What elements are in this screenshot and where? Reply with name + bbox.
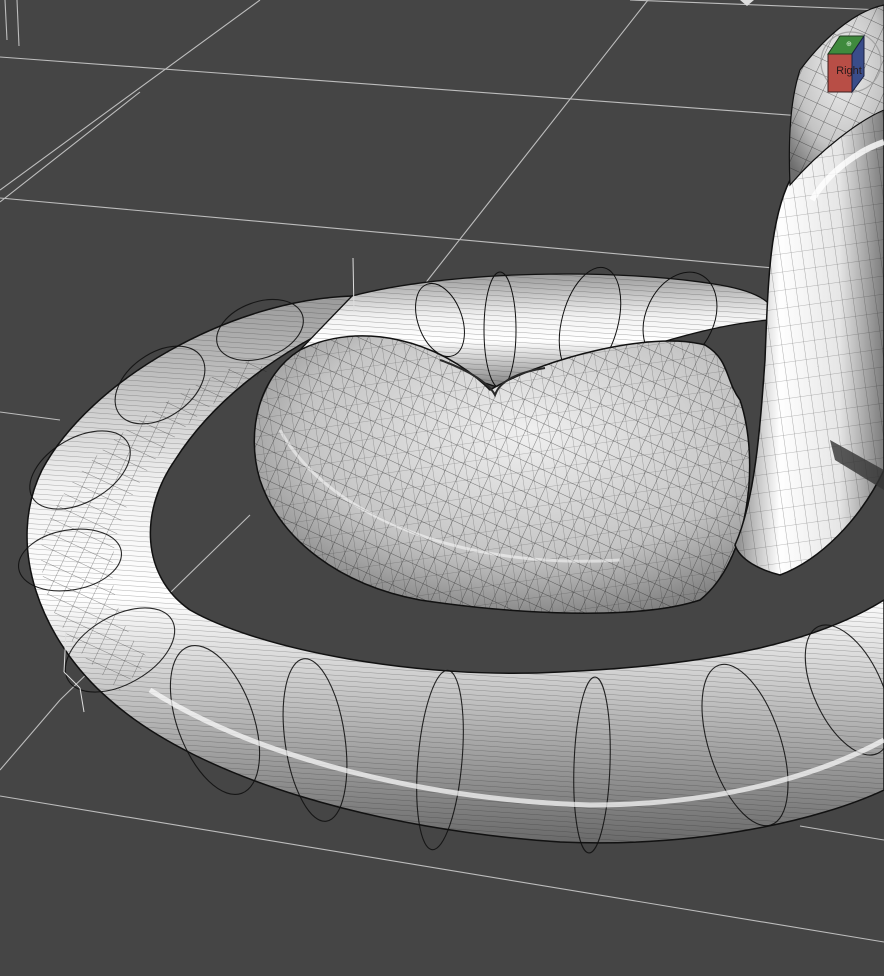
svg-text:⊕: ⊕ bbox=[846, 41, 852, 48]
perspective-viewport[interactable]: ⊕ Right bbox=[0, 0, 884, 976]
viewport-marker-icon bbox=[740, 0, 754, 6]
navigation-cube-icon[interactable]: ⊕ Right bbox=[818, 26, 884, 98]
scene-canvas[interactable] bbox=[0, 0, 884, 976]
compass-ring-icon: ⊕ bbox=[820, 31, 882, 94]
